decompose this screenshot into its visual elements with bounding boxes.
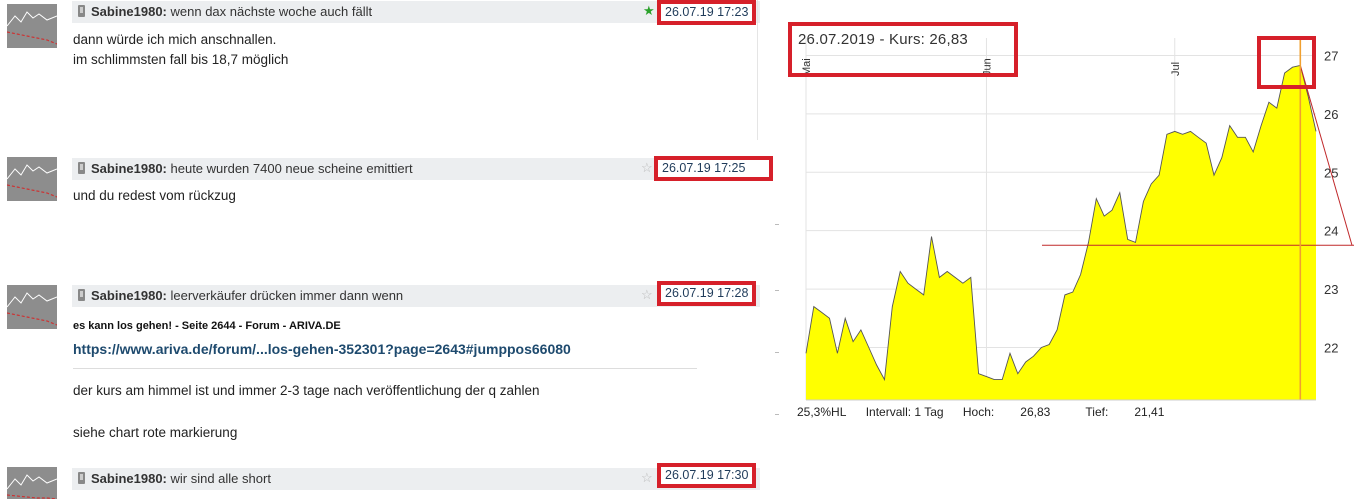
- post-timestamp[interactable]: 26.07.19 17:23: [657, 0, 757, 25]
- post-title: wir sind alle short: [170, 471, 271, 486]
- username[interactable]: Sabine1980: wir sind alle short: [91, 471, 271, 486]
- post-body-line: im schlimmsten fall bis 18,7 möglich: [73, 52, 289, 67]
- username[interactable]: Sabine1980: leerverkäufer drücken immer …: [91, 288, 403, 303]
- peak-marker-box: [1257, 36, 1316, 89]
- stat-hoch: Hoch: 26,83: [962, 405, 1051, 419]
- chart-stats: 25,3%HL Intervall: 1 Tag Hoch: 26,83 Tie…: [797, 405, 1196, 419]
- tick-mark: [775, 224, 779, 225]
- tick-mark: [775, 352, 779, 353]
- mobile-icon: [78, 5, 85, 17]
- star-icon[interactable]: ☆: [641, 160, 653, 176]
- star-icon[interactable]: ★: [643, 3, 655, 19]
- y-tick-label: 22: [1324, 340, 1338, 355]
- post-body-line: und du redest vom rückzug: [73, 188, 236, 203]
- y-tick-label: 26: [1324, 107, 1338, 122]
- tick-mark: [775, 290, 779, 291]
- price-area: [806, 65, 1316, 401]
- post-title: leerverkäufer drücken immer dann wenn: [170, 288, 404, 303]
- star-icon[interactable]: ☆: [641, 287, 653, 303]
- post-body-line: der kurs am himmel ist und immer 2-3 tag…: [73, 383, 540, 398]
- chart-headline: 26.07.2019 - Kurs: 26,83: [798, 31, 968, 48]
- post-body-line: siehe chart rote markierung: [73, 425, 238, 440]
- username[interactable]: Sabine1980: heute wurden 7400 neue schei…: [91, 161, 413, 176]
- post-title: heute wurden 7400 neue scheine emittiert: [170, 161, 413, 176]
- star-icon[interactable]: ☆: [641, 470, 653, 486]
- mobile-icon: [78, 162, 85, 174]
- divider: [73, 368, 697, 369]
- post-body-line: dann würde ich mich anschnallen.: [73, 32, 277, 47]
- stat-tief: Tief: 21,41: [1085, 405, 1165, 419]
- post-title: wenn dax nächste woche auch fällt: [170, 4, 373, 19]
- avatar[interactable]: [7, 157, 57, 201]
- y-tick-label: 24: [1324, 224, 1338, 239]
- link-url[interactable]: https://www.ariva.de/forum/...los-gehen-…: [73, 339, 571, 359]
- avatar-image: [7, 4, 57, 48]
- stat-interval: Intervall: 1 Tag: [865, 405, 944, 419]
- y-tick-label: 27: [1324, 49, 1338, 64]
- post-timestamp[interactable]: 26.07.19 17:28: [657, 281, 757, 306]
- post-timestamp[interactable]: 26.07.19 17:30: [657, 463, 757, 488]
- avatar[interactable]: [7, 285, 57, 329]
- mobile-icon: [78, 289, 85, 301]
- avatar-image: [7, 467, 57, 499]
- post-timestamp[interactable]: 26.07.19 17:25: [654, 156, 773, 181]
- chart-headline-box: 26.07.2019 - Kurs: 26,83: [788, 22, 1018, 77]
- avatar[interactable]: [7, 4, 57, 48]
- tick-mark: [775, 414, 779, 415]
- y-tick-label: 23: [1324, 282, 1338, 297]
- month-label: Jul: [1170, 62, 1182, 76]
- avatar-image: [7, 285, 57, 329]
- avatar[interactable]: [7, 467, 57, 499]
- stat-hl: 25,3%HL: [797, 405, 847, 419]
- scroll-divider: [757, 0, 758, 140]
- mobile-icon: [78, 472, 85, 484]
- link-preview-title[interactable]: es kann los gehen! - Seite 2644 - Forum …: [73, 316, 341, 336]
- username[interactable]: Sabine1980: wenn dax nächste woche auch …: [91, 4, 372, 19]
- avatar-image: [7, 157, 57, 201]
